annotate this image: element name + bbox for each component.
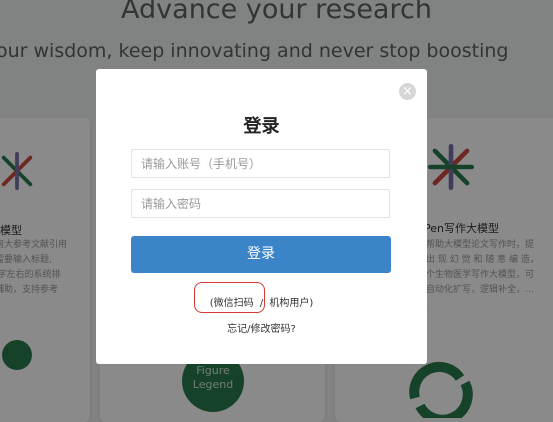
password-input[interactable] [131,189,390,218]
forgot-password-link[interactable]: 忘记/修改密码? [96,320,427,335]
login-dialog: × 登录 登录 (微信扫码 / 机构用户) 忘记/修改密码? [96,69,427,364]
login-button[interactable]: 登录 [131,236,391,273]
institution-login-link[interactable]: 机构用户) [269,298,313,309]
close-icon[interactable]: × [399,83,416,100]
annotation-highlight [194,282,265,313]
dialog-title: 登录 [243,116,280,137]
account-input[interactable] [131,149,390,178]
